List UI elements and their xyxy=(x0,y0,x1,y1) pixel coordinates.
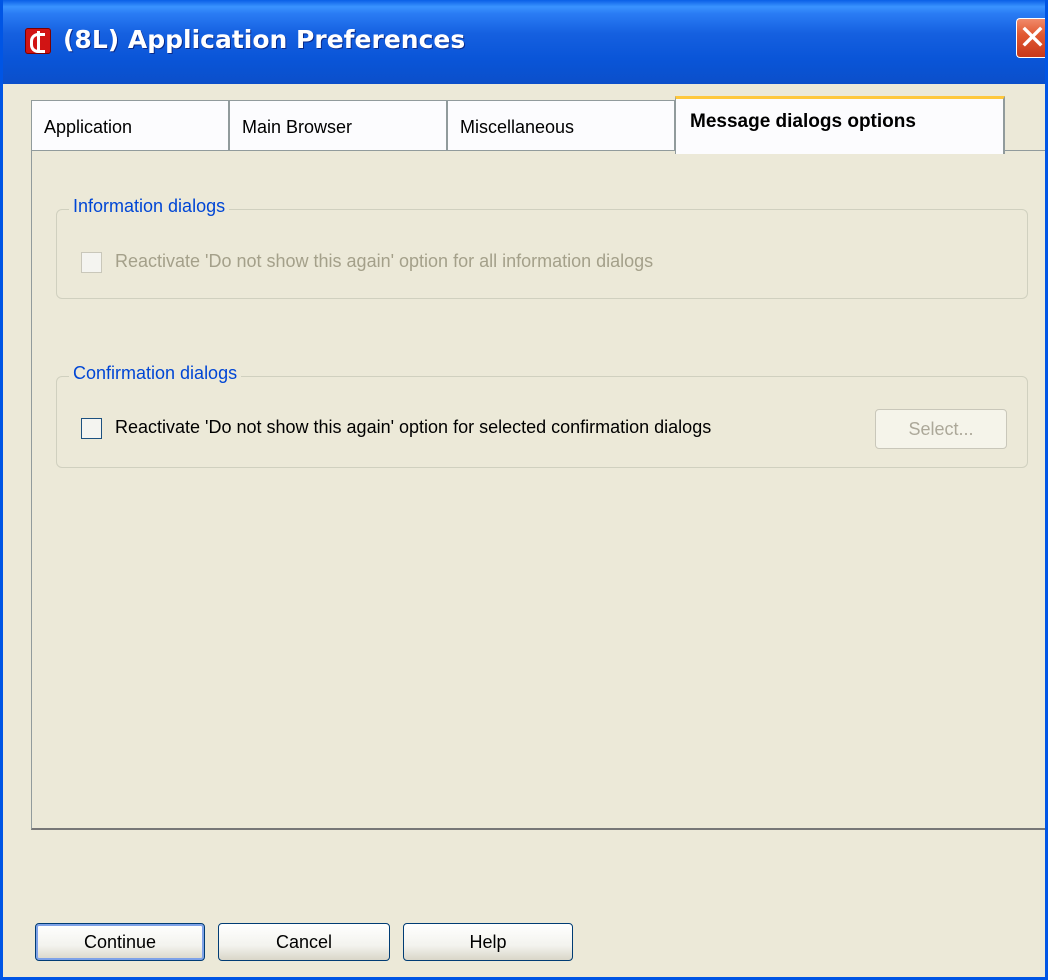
close-button[interactable]: ✕ xyxy=(1016,18,1045,58)
cancel-button[interactable]: Cancel xyxy=(218,923,390,961)
continue-button[interactable]: Continue xyxy=(35,923,205,961)
tab-application[interactable]: Application xyxy=(31,100,229,150)
tab-label: Application xyxy=(44,117,133,137)
information-dialogs-group: Information dialogs Reactivate 'Do not s… xyxy=(56,196,1028,299)
group-title: Information dialogs xyxy=(69,196,230,217)
window-title: (8L) Application Preferences xyxy=(63,25,466,54)
select-button[interactable]: Select... xyxy=(875,409,1007,449)
preferences-window: (8L) Application Preferences ✕ Applicati… xyxy=(0,0,1048,980)
confirmation-dialogs-group: Confirmation dialogs Reactivate 'Do not … xyxy=(56,363,1028,468)
tab-label: Message dialogs options xyxy=(690,111,916,132)
reactivate-information-checkbox[interactable] xyxy=(81,252,102,273)
help-button[interactable]: Help xyxy=(403,923,573,961)
app-logo-icon xyxy=(25,28,51,54)
title-bar[interactable]: (8L) Application Preferences ✕ xyxy=(3,0,1045,84)
tab-message-dialogs-options[interactable]: Message dialogs options xyxy=(675,96,1005,154)
reactivate-confirmation-checkbox[interactable] xyxy=(81,418,102,439)
tab-label: Main Browser xyxy=(242,117,353,137)
tab-panel-message-dialogs: Information dialogs Reactivate 'Do not s… xyxy=(31,150,1045,830)
group-title: Confirmation dialogs xyxy=(69,363,242,384)
reactivate-information-label: Reactivate 'Do not show this again' opti… xyxy=(115,251,654,271)
tab-miscellaneous[interactable]: Miscellaneous xyxy=(447,100,675,150)
tab-label: Miscellaneous xyxy=(460,117,575,137)
reactivate-confirmation-label: Reactivate 'Do not show this again' opti… xyxy=(115,417,712,437)
tab-main-browser[interactable]: Main Browser xyxy=(229,100,447,150)
